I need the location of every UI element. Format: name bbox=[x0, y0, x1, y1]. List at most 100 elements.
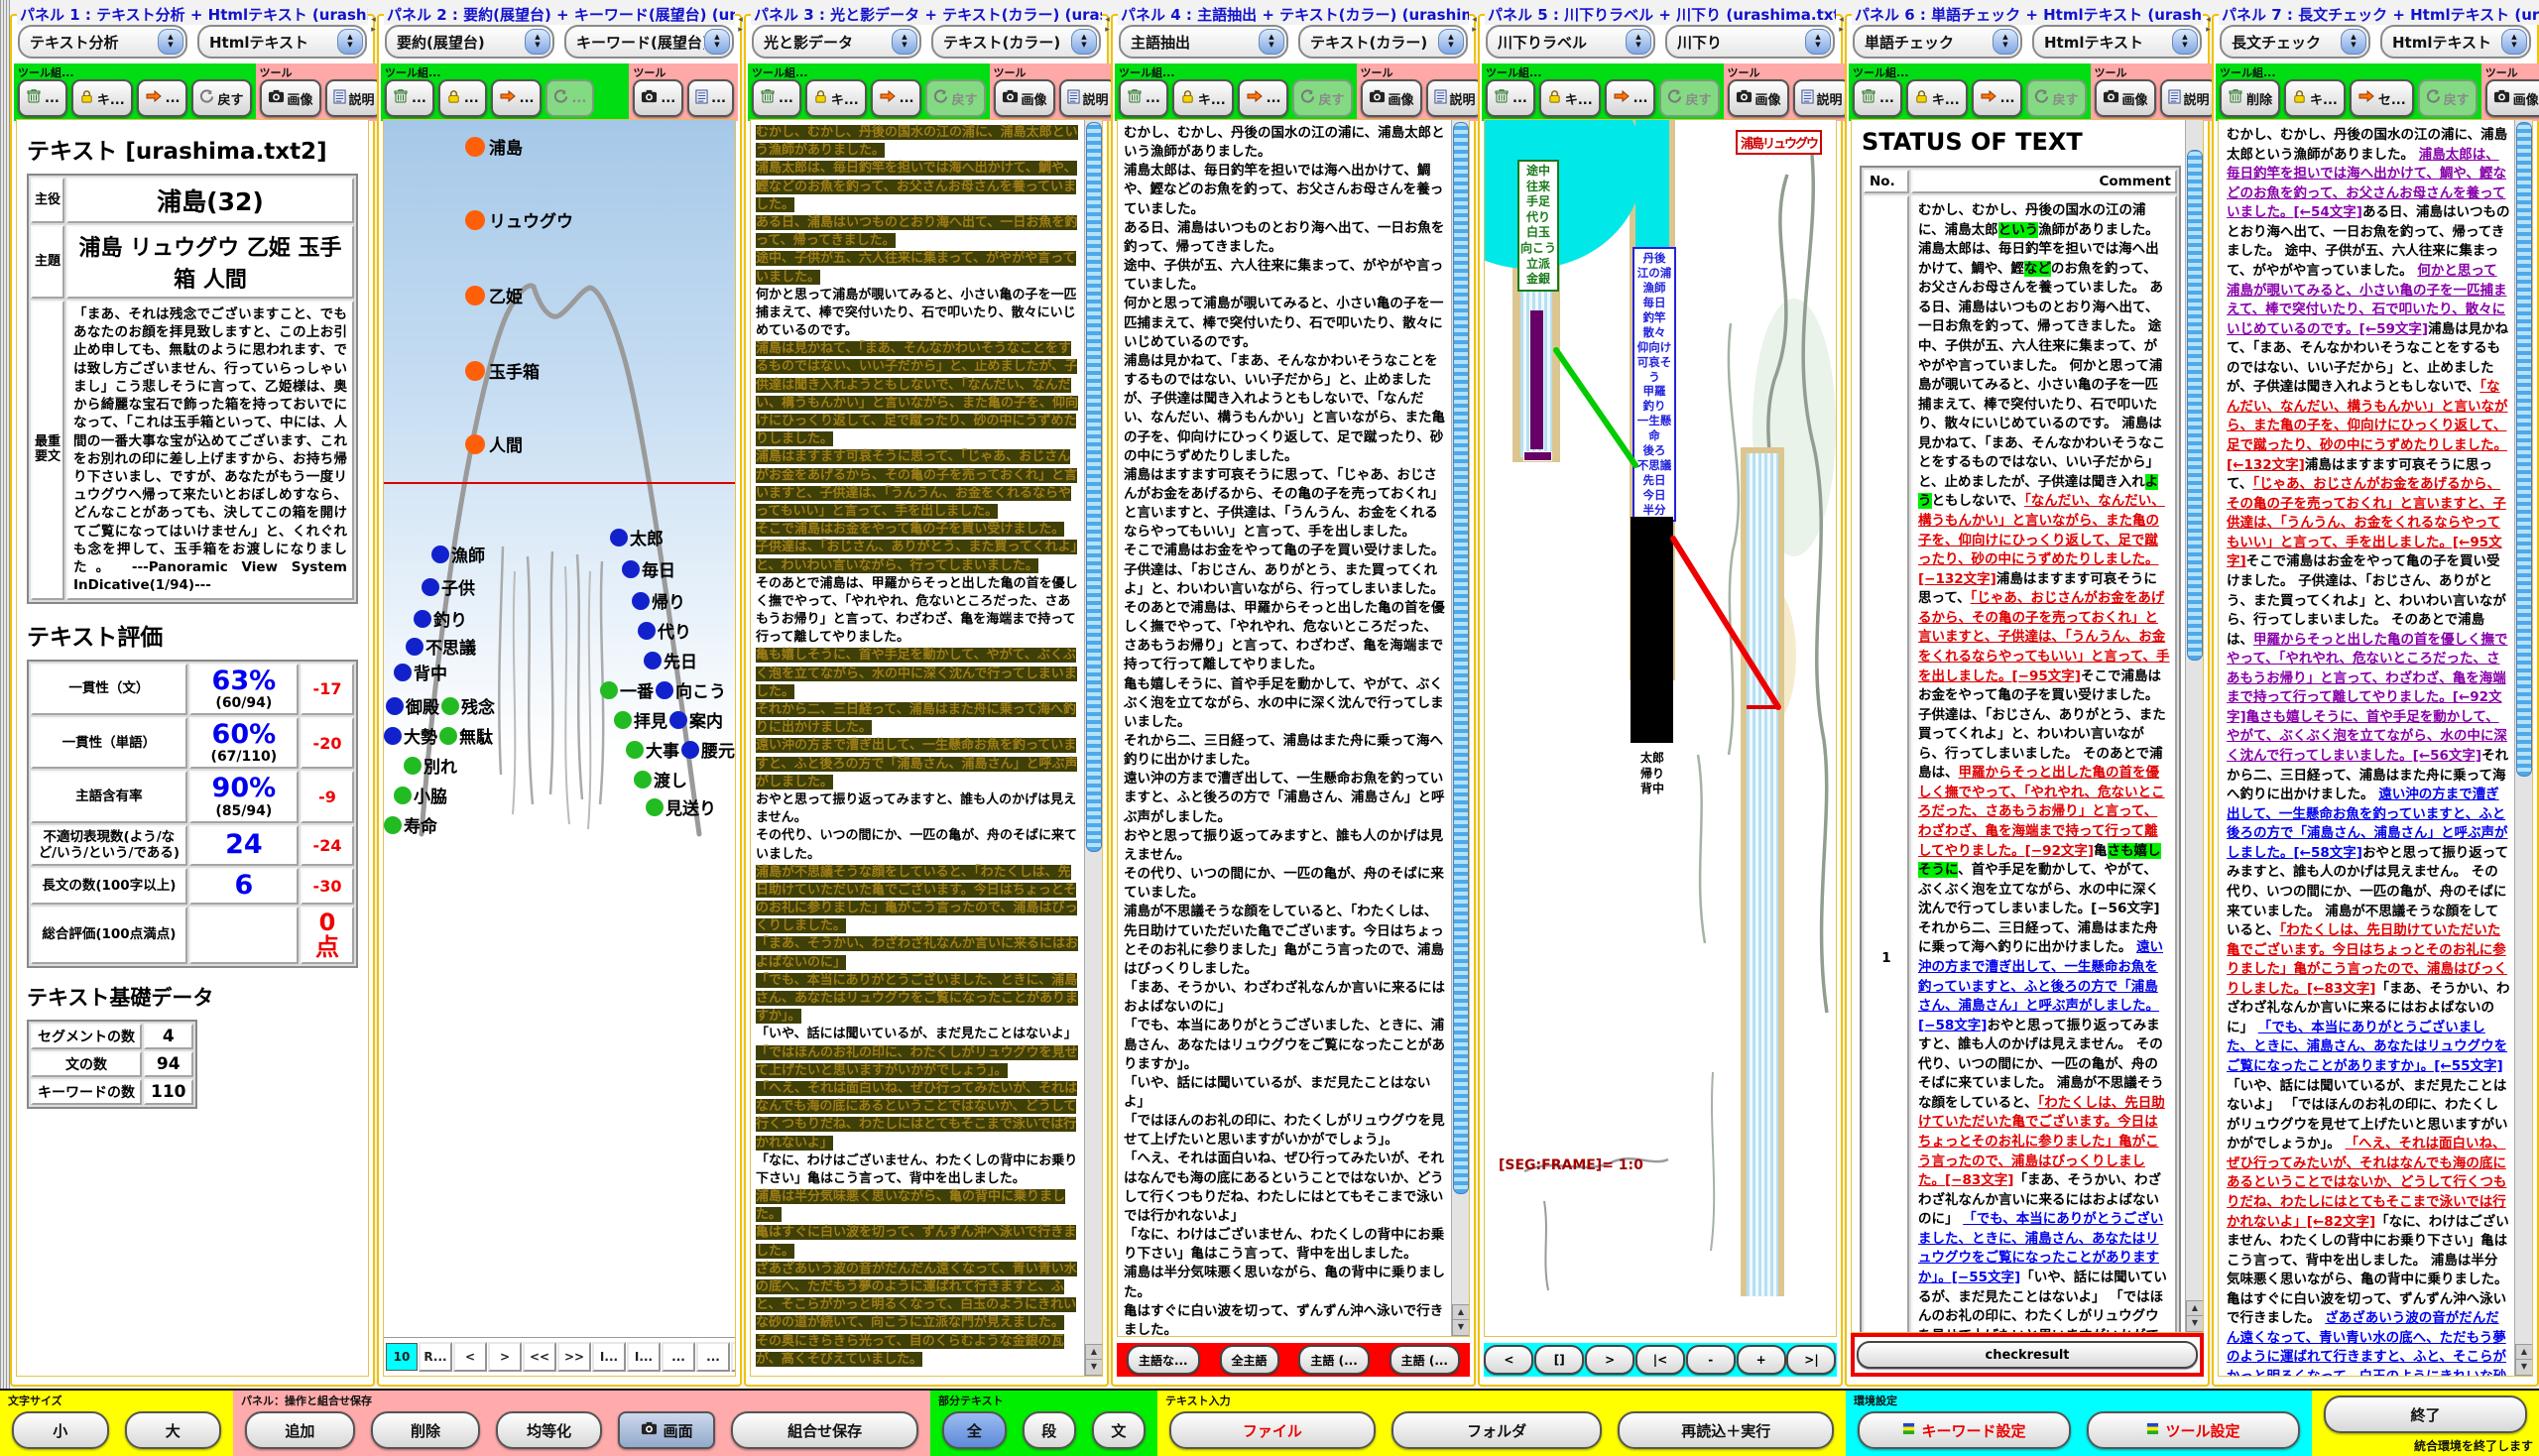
tool2-select[interactable]: Htmlテキスト ▲ ▼ bbox=[2380, 25, 2531, 59]
nav-button[interactable]: ... bbox=[662, 1342, 695, 1372]
description-button[interactable]: 説明 bbox=[1792, 79, 1851, 117]
scrollbar-thumb[interactable] bbox=[2516, 122, 2532, 778]
delete-button[interactable]: ... bbox=[385, 79, 434, 117]
segment-forward-button[interactable]: ... bbox=[1971, 79, 2023, 117]
keyword-settings-button[interactable]: キーワード設定 bbox=[1858, 1411, 2071, 1449]
scroll-down-arrow[interactable]: ▼ bbox=[1085, 1359, 1102, 1376]
tool1-select[interactable]: 要約(展望台) ▲ ▼ bbox=[385, 25, 554, 59]
combo-stepper-icon[interactable]: ▲ ▼ bbox=[1071, 29, 1097, 55]
nav-button[interactable]: >> bbox=[557, 1342, 591, 1372]
vertical-scrollbar[interactable]: ▲ ▼ bbox=[2514, 120, 2532, 1376]
tool2-select[interactable]: Htmlテキスト ▲ ▼ bbox=[2032, 25, 2202, 59]
panel-splitter-handle[interactable]: ◂ ▸ bbox=[736, 15, 745, 42]
playback-button[interactable]: > bbox=[1585, 1345, 1635, 1375]
panel-splitter-handle[interactable]: ◂ ▸ bbox=[2204, 15, 2213, 42]
combo-stepper-icon[interactable]: ▲ ▼ bbox=[1438, 29, 1464, 55]
delete-button[interactable]: ... bbox=[1486, 79, 1535, 117]
panel-splitter-handle[interactable]: ◂ ▸ bbox=[1470, 15, 1479, 42]
combo-stepper-icon[interactable]: ▲ ▼ bbox=[2172, 29, 2198, 55]
reload-run-button[interactable]: 再読込＋実行 bbox=[1618, 1411, 1834, 1449]
part-paragraph-button[interactable]: 段 bbox=[1022, 1411, 1076, 1449]
segment-forward-button[interactable]: ... bbox=[1237, 79, 1289, 117]
description-button[interactable]: 説明 bbox=[324, 79, 383, 117]
tool-settings-button[interactable]: ツール設定 bbox=[2087, 1411, 2300, 1449]
combo-stepper-icon[interactable]: ▲ ▼ bbox=[1626, 29, 1651, 55]
scrollbar-thumb[interactable] bbox=[1453, 122, 1469, 1194]
playback-button[interactable]: < bbox=[1484, 1345, 1534, 1375]
image-button[interactable]: 画像 bbox=[1727, 79, 1789, 117]
panel-delete-button[interactable]: 削除 bbox=[370, 1411, 481, 1449]
scroll-down-arrow[interactable]: ▼ bbox=[2186, 1315, 2203, 1332]
description-button[interactable]: 説明 bbox=[1058, 79, 1117, 117]
nav-button[interactable]: I... bbox=[592, 1342, 626, 1372]
font-small-button[interactable]: 小 bbox=[12, 1411, 109, 1449]
nav-button[interactable]: ... bbox=[731, 1342, 735, 1372]
panel-equalize-button[interactable]: 均等化 bbox=[496, 1411, 602, 1449]
vertical-scrollbar[interactable]: ▲ ▼ bbox=[1451, 120, 1469, 1336]
delete-button[interactable]: ... bbox=[1119, 79, 1168, 117]
undo-button[interactable]: 戻す bbox=[191, 79, 252, 117]
keyword-lock-button[interactable]: ... bbox=[437, 79, 487, 117]
tool2-select[interactable]: 川下り ▲ ▼ bbox=[1665, 25, 1835, 59]
tool1-select[interactable]: テキスト分析 ▲ ▼ bbox=[18, 25, 187, 59]
exit-button[interactable]: 終了 bbox=[2324, 1395, 2527, 1433]
playback-button[interactable]: |< bbox=[1634, 1345, 1685, 1375]
panel-splitter-handle[interactable]: ◂ ▸ bbox=[1837, 15, 1846, 42]
segment-forward-button[interactable]: ... bbox=[870, 79, 922, 117]
segment-forward-button[interactable]: セ... bbox=[2349, 79, 2414, 117]
combo-stepper-icon[interactable]: ▲ ▼ bbox=[704, 29, 730, 55]
keyword-lock-button[interactable]: キ... bbox=[1171, 79, 1234, 117]
nav-button[interactable]: < bbox=[453, 1342, 487, 1372]
delete-button[interactable]: 削除 bbox=[2220, 79, 2281, 117]
combo-stepper-icon[interactable]: ▲ ▼ bbox=[2341, 29, 2366, 55]
description-button[interactable]: 説明 bbox=[2159, 79, 2218, 117]
tool1-select[interactable]: 単語チェック ▲ ▼ bbox=[1853, 25, 2022, 59]
tool1-select[interactable]: 川下りラベル ▲ ▼ bbox=[1486, 25, 1655, 59]
combo-stepper-icon[interactable]: ▲ ▼ bbox=[1805, 29, 1831, 55]
delete-button[interactable]: ... bbox=[18, 79, 67, 117]
tool2-select[interactable]: テキスト(カラー) ▲ ▼ bbox=[1298, 25, 1468, 59]
scrollbar-thumb[interactable] bbox=[2187, 150, 2203, 662]
segment-forward-button[interactable]: ... bbox=[490, 79, 543, 117]
combo-stepper-icon[interactable]: ▲ ▼ bbox=[1993, 29, 2018, 55]
combo-stepper-icon[interactable]: ▲ ▼ bbox=[525, 29, 550, 55]
segment-forward-button[interactable]: ... bbox=[136, 79, 188, 117]
file-button[interactable]: ファイル bbox=[1169, 1411, 1376, 1449]
part-sentence-button[interactable]: 文 bbox=[1091, 1411, 1146, 1449]
combo-stepper-icon[interactable]: ▲ ▼ bbox=[892, 29, 917, 55]
keyword-lock-button[interactable]: キ... bbox=[2284, 79, 2346, 117]
image-button[interactable]: 画像 bbox=[993, 79, 1055, 117]
combo-stepper-icon[interactable]: ▲ ▼ bbox=[2501, 29, 2527, 55]
combo-stepper-icon[interactable]: ▲ ▼ bbox=[158, 29, 183, 55]
description-button[interactable]: 説明 bbox=[1425, 79, 1484, 117]
description-button[interactable]: ... bbox=[687, 79, 734, 117]
screen-button[interactable]: 画面 bbox=[617, 1411, 716, 1449]
playback-button[interactable]: [] bbox=[1534, 1345, 1585, 1375]
image-button[interactable]: 画像 bbox=[259, 79, 321, 117]
nav-button[interactable]: I... bbox=[627, 1342, 661, 1372]
part-all-button[interactable]: 全 bbox=[942, 1411, 1007, 1449]
keyword-lock-button[interactable]: キ... bbox=[1538, 79, 1601, 117]
combo-stepper-icon[interactable]: ▲ ▼ bbox=[337, 29, 363, 55]
keyword-lock-button[interactable]: キ... bbox=[804, 79, 867, 117]
tool1-select[interactable]: 光と影データ ▲ ▼ bbox=[752, 25, 921, 59]
vertical-scrollbar[interactable]: ▲ ▼ bbox=[2185, 120, 2203, 1332]
playback-button[interactable]: >| bbox=[1786, 1345, 1837, 1375]
scrollbar-thumb[interactable] bbox=[1086, 122, 1102, 853]
tool2-select[interactable]: テキスト(カラー) ▲ ▼ bbox=[931, 25, 1101, 59]
tool2-select[interactable]: キーワード(展望台) ▲ ▼ bbox=[564, 25, 734, 59]
nav-button[interactable]: << bbox=[523, 1342, 556, 1372]
tool1-select[interactable]: 主語抽出 ▲ ▼ bbox=[1119, 25, 1288, 59]
image-button[interactable]: ... bbox=[633, 79, 684, 117]
subject-filter-button[interactable]: 全主語 bbox=[1219, 1345, 1279, 1375]
subject-filter-button[interactable]: 主語 (... bbox=[1298, 1345, 1370, 1375]
segment-forward-button[interactable]: ... bbox=[1604, 79, 1656, 117]
delete-button[interactable]: ... bbox=[1853, 79, 1902, 117]
font-large-button[interactable]: 大 bbox=[124, 1411, 221, 1449]
panel-add-button[interactable]: 追加 bbox=[245, 1411, 355, 1449]
keyword-lock-button[interactable]: キ... bbox=[70, 79, 133, 117]
vertical-scrollbar[interactable]: ▲ ▼ bbox=[1084, 120, 1102, 1376]
scroll-down-arrow[interactable]: ▼ bbox=[2515, 1359, 2532, 1376]
playback-button[interactable]: - bbox=[1685, 1345, 1736, 1375]
subject-filter-button[interactable]: 主語 (... bbox=[1389, 1345, 1460, 1375]
